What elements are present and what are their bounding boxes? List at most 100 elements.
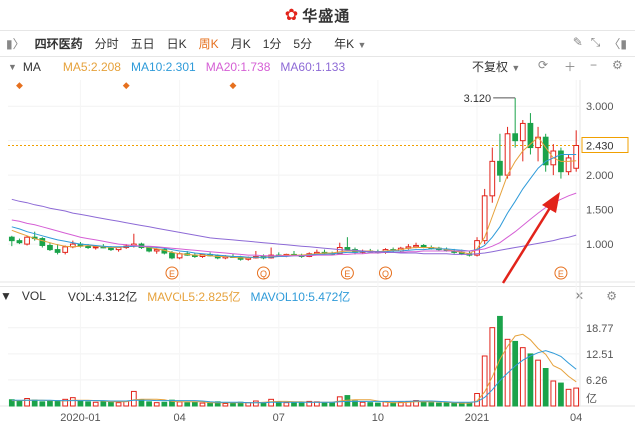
time-tick-label: 07 <box>273 412 285 424</box>
candle-body <box>16 240 23 244</box>
close-vol-icon[interactable]: ✕ <box>574 289 584 303</box>
mavol10-legend: MAVOL10:5.472亿 <box>250 289 351 304</box>
volume-bar <box>138 399 145 407</box>
dividend-marker-icon: ◆ <box>230 80 237 90</box>
event-marker-label: E <box>344 269 350 279</box>
volume-bar <box>214 401 221 407</box>
fullscreen-icon[interactable]: ⤡ <box>591 35 601 52</box>
volume-bar <box>108 401 114 407</box>
volume-bar <box>161 401 168 407</box>
volume-bar <box>329 402 335 407</box>
ma10-line <box>11 154 577 258</box>
adjust-dropdown[interactable]: 不复权 ▼ <box>472 58 520 75</box>
candle-body <box>428 247 435 250</box>
toolbar: ▮〉 四环医药 分时 五日 日K 周K 月K 1分 5分 年K ▼ ✎ ⤡ 〈▮ <box>0 30 635 57</box>
pencil-icon[interactable]: ✎ <box>573 35 583 52</box>
candle-body <box>47 244 53 251</box>
refresh-icon[interactable]: ⟳ <box>538 58 548 72</box>
candle-body <box>85 245 91 249</box>
brand-logo-icon: ✿ <box>284 7 299 24</box>
volume-bar <box>458 402 465 407</box>
candle-body <box>54 249 61 253</box>
candle-body <box>542 136 549 166</box>
volume-bar <box>375 402 381 407</box>
volume-bar <box>153 402 160 407</box>
collapse-left-icon[interactable]: ▮〉 <box>0 35 31 52</box>
brand-name: 华盛通 <box>302 7 351 25</box>
tab-period-6[interactable]: 5分 <box>287 35 318 52</box>
tab-period-0[interactable]: 分时 <box>89 35 125 52</box>
candle-body <box>191 254 198 257</box>
candle-body <box>352 249 358 253</box>
volume-bar <box>428 402 435 407</box>
volume-bar <box>199 402 206 407</box>
collapse-right-icon[interactable]: 〈▮ <box>608 35 627 52</box>
stock-name[interactable]: 四环医药 <box>31 35 89 52</box>
candle-body <box>230 255 236 258</box>
candle-body <box>314 251 320 255</box>
tab-period-2[interactable]: 日K <box>161 35 193 52</box>
tab-period-4[interactable]: 月K <box>225 35 257 52</box>
ma60-legend: MA60:1.133 <box>280 60 346 74</box>
chevron-down-icon: ▼ <box>357 39 367 50</box>
candle-body <box>489 160 496 197</box>
volume-bar <box>497 315 503 407</box>
settings-icon[interactable]: ⚙ <box>612 58 623 72</box>
volume-bar <box>382 401 389 407</box>
high-price-label: 3.120 <box>464 93 492 105</box>
volume-bar <box>92 401 99 407</box>
tab-period-1[interactable]: 五日 <box>125 35 161 52</box>
volume-bar <box>253 400 259 407</box>
event-marker-label: Q <box>260 269 267 279</box>
candle-body <box>253 255 259 259</box>
volume-bar <box>390 402 397 407</box>
volume-bar <box>77 400 84 407</box>
candle-body <box>275 254 282 257</box>
candle-body <box>382 249 389 253</box>
tab-period-5[interactable]: 1分 <box>257 35 288 52</box>
candle-body <box>138 243 145 249</box>
candle-body <box>291 253 297 256</box>
candle-body <box>24 236 30 245</box>
range-dropdown[interactable]: 年K ▼ <box>328 35 372 52</box>
volume-bar <box>336 396 343 407</box>
candle-body <box>169 252 175 259</box>
candle-body <box>512 133 519 142</box>
volume-bar <box>298 402 305 407</box>
volume-bar <box>481 355 488 407</box>
volume-bar <box>169 399 175 407</box>
collapse-vol-icon[interactable]: ▼ <box>0 289 12 303</box>
volume-bar <box>512 340 519 407</box>
price-tick-label: 2.500 <box>586 136 614 148</box>
collapse-ma-icon[interactable]: ▼ <box>8 62 17 72</box>
candle-body <box>260 255 267 259</box>
volume-bar <box>184 402 191 407</box>
candle-body <box>153 249 160 252</box>
volume-bar <box>39 401 46 407</box>
candle-body <box>558 150 564 173</box>
candle-body <box>550 150 557 166</box>
volume-bar <box>436 402 442 407</box>
plus-icon[interactable]: ＋ <box>564 58 576 75</box>
candle-body <box>359 250 366 253</box>
volume-bar <box>466 402 473 407</box>
vol-settings-icon[interactable]: ⚙ <box>606 289 617 303</box>
volume-bar <box>268 398 274 407</box>
vol-legend: ▼ VOL VOL:4.312亿 MAVOL5:2.825亿 MAVOL10:5… <box>0 286 635 305</box>
ma20-legend: MA20:1.738 <box>205 60 271 74</box>
volume-bar <box>62 398 69 407</box>
volume-bar <box>260 402 267 407</box>
candle-body <box>123 245 130 249</box>
trend-arrow-shaft <box>501 202 555 284</box>
event-marker-circle <box>256 266 270 280</box>
adjust-label: 不复权 <box>472 60 509 74</box>
time-tick-label: 2020-01 <box>60 412 100 424</box>
tab-period-3[interactable]: 周K <box>193 35 225 52</box>
candle-body <box>92 246 99 249</box>
minus-icon[interactable]: − <box>590 58 597 72</box>
volume-bar <box>558 382 564 407</box>
event-marker-circle <box>554 266 568 280</box>
price-tick-label: 3.000 <box>586 101 614 113</box>
volume-tick-label: 12.51 <box>586 349 614 361</box>
candle-body <box>69 243 76 248</box>
